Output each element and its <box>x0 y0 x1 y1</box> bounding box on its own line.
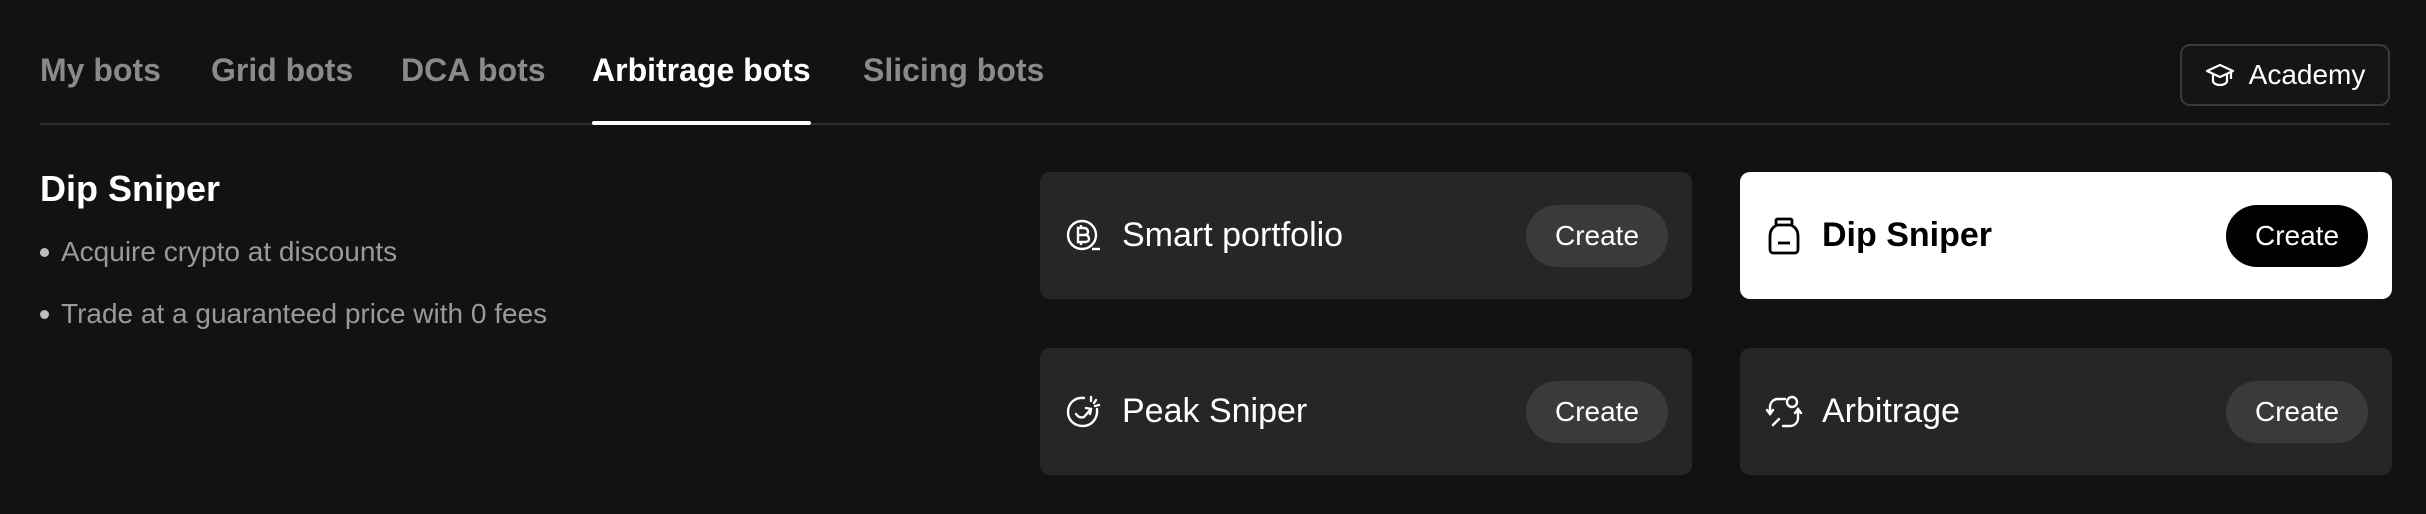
bots-page: My bots Grid bots DCA bots Arbitrage bot… <box>0 0 2426 514</box>
bitcoin-coin-icon <box>1066 219 1100 250</box>
description-point-text: Trade at a guaranteed price with 0 fees <box>61 298 548 329</box>
create-button[interactable]: Create <box>2226 204 2368 267</box>
bullet-icon <box>40 247 49 257</box>
bullet-icon <box>40 309 49 319</box>
card-label: Arbitrage <box>1822 392 1960 430</box>
description-point: Acquire crypto at discounts <box>40 236 940 268</box>
graduation-cap-icon <box>2205 63 2234 87</box>
bot-description: Dip Sniper Acquire crypto at discounts T… <box>40 168 940 360</box>
description-point-text: Acquire crypto at discounts <box>61 236 398 267</box>
card-arbitrage[interactable]: Arbitrage Create <box>1740 348 2392 475</box>
target-arrow-icon <box>1066 395 1101 427</box>
card-peak-sniper[interactable]: Peak Sniper Create <box>1040 348 1692 475</box>
create-button[interactable]: Create <box>2226 380 2368 443</box>
create-button[interactable]: Create <box>1526 204 1668 267</box>
jar-icon <box>1768 217 1800 254</box>
tab-dca-bots[interactable]: DCA bots <box>401 52 546 123</box>
card-label: Peak Sniper <box>1122 392 1308 430</box>
card-label: Smart portfolio <box>1122 216 1344 254</box>
card-dip-sniper[interactable]: Dip Sniper Create <box>1740 172 2392 299</box>
tab-my-bots[interactable]: My bots <box>40 52 161 123</box>
description-point: Trade at a guaranteed price with 0 fees <box>40 298 940 330</box>
create-button[interactable]: Create <box>1526 380 1668 443</box>
arbitrage-icon <box>1765 395 1803 427</box>
academy-button[interactable]: Academy <box>2180 44 2390 106</box>
description-title: Dip Sniper <box>40 168 221 209</box>
tab-arbitrage-bots[interactable]: Arbitrage bots <box>592 52 811 125</box>
tab-grid-bots[interactable]: Grid bots <box>211 52 353 123</box>
card-smart-portfolio[interactable]: Smart portfolio Create <box>1040 172 1692 299</box>
tab-bar: My bots Grid bots DCA bots Arbitrage bot… <box>40 0 2390 125</box>
card-label: Dip Sniper <box>1822 216 1993 254</box>
academy-label: Academy <box>2248 59 2366 90</box>
tab-slicing-bots[interactable]: Slicing bots <box>863 52 1044 123</box>
